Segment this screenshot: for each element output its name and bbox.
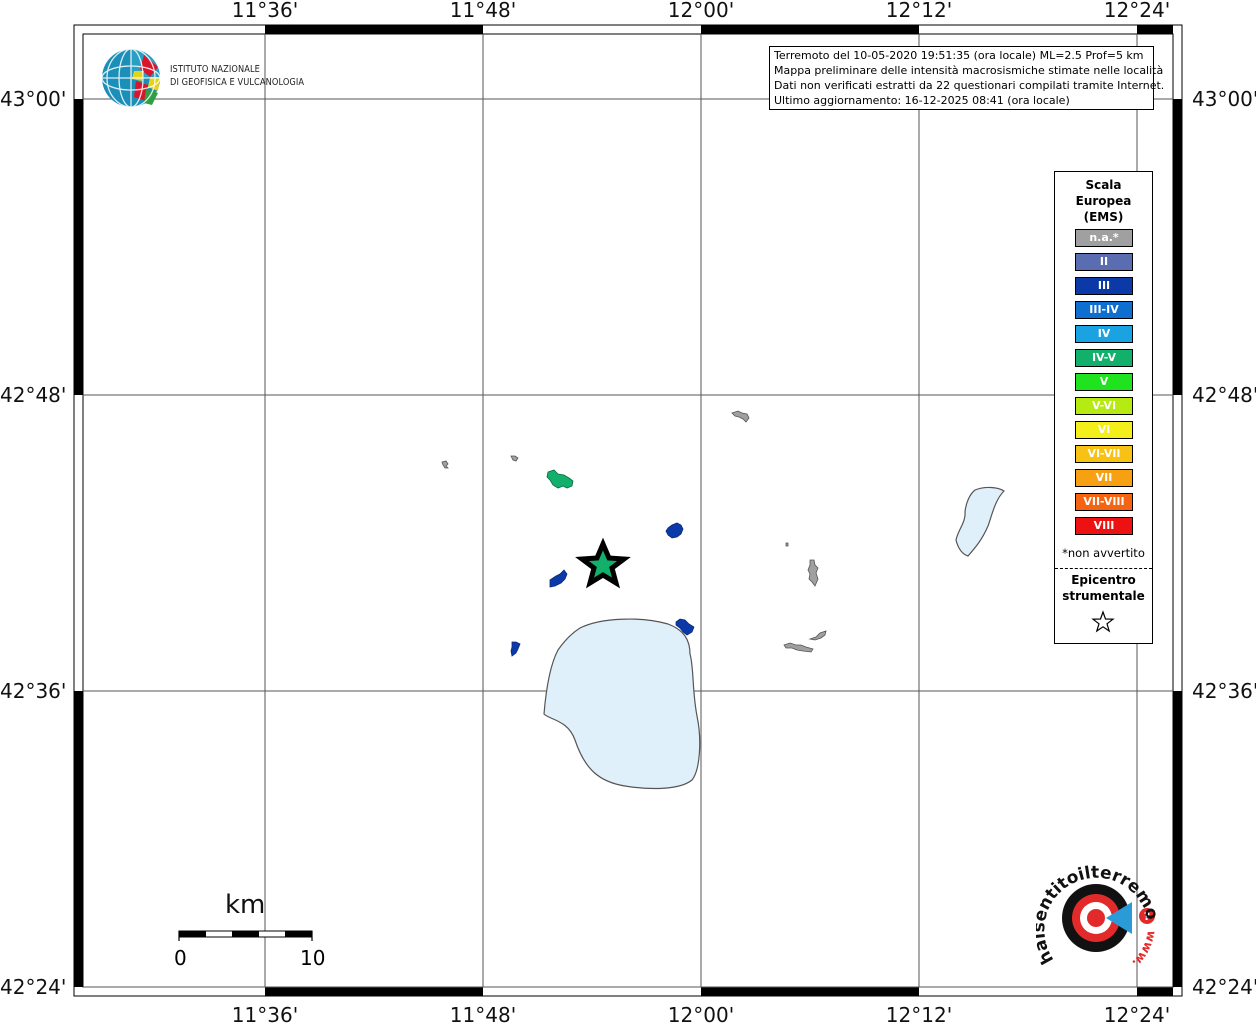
lat-label-left: 42°36' bbox=[0, 679, 66, 703]
event-info-line: Mappa preliminare delle intensità macros… bbox=[774, 64, 1164, 77]
event-info-line: Dati non verificati estratti da 22 quest… bbox=[774, 79, 1165, 92]
scale-bar-unit: km bbox=[225, 890, 266, 920]
ems-legend: Scala Europea (EMS) n.a.* II III III-IV IV IV… bbox=[1054, 171, 1153, 644]
lon-label-top: 11°36' bbox=[232, 0, 298, 22]
lon-label-bottom: 11°36' bbox=[232, 1003, 298, 1024]
lon-label-bottom: 12°24' bbox=[1104, 1003, 1170, 1024]
scale-bar-graphic bbox=[178, 930, 313, 941]
ingv-globe-icon bbox=[101, 48, 161, 108]
lon-label-top: 12°24' bbox=[1104, 0, 1170, 22]
legend-item-iv: IV bbox=[1075, 325, 1133, 343]
lat-label-left: 42°24' bbox=[0, 975, 66, 999]
legend-title-line: Scala bbox=[1085, 178, 1122, 192]
scale-bar-start: 0 bbox=[174, 946, 187, 970]
scale-bar-end: 10 bbox=[300, 946, 326, 970]
legend-item-iii: III bbox=[1075, 277, 1133, 295]
legend-items: n.a.* II III III-IV IV IV-V V V-VI VI VI-VII VII VI… bbox=[1075, 229, 1133, 541]
lon-label-top: 12°12' bbox=[886, 0, 952, 22]
lat-label-right: 42°48' bbox=[1192, 383, 1256, 407]
legend-item-vi: VI bbox=[1075, 421, 1133, 439]
legend-title-line: Europea bbox=[1075, 194, 1132, 208]
lon-label-bottom: 12°12' bbox=[886, 1003, 952, 1024]
legend-item-n-a: n.a.* bbox=[1075, 229, 1133, 247]
haisentito-logo: ? haisentitoilterremoto.it www. bbox=[1036, 860, 1162, 970]
event-info-line: Terremoto del 10-05-2020 19:51:35 (ora l… bbox=[774, 49, 1144, 62]
lon-label-top: 12°00' bbox=[668, 0, 734, 22]
lat-label-right: 42°24' bbox=[1192, 975, 1256, 999]
legend-epicentre-line: strumentale bbox=[1062, 589, 1145, 603]
legend-item-vii-viii: VII-VIII bbox=[1075, 493, 1133, 511]
legend-item-iii-iv: III-IV bbox=[1075, 301, 1133, 319]
lat-label-left: 42°48' bbox=[0, 383, 66, 407]
lon-label-bottom: 12°00' bbox=[668, 1003, 734, 1024]
legend-item-v-vi: V-VI bbox=[1075, 397, 1133, 415]
epicentre-star-icon bbox=[1091, 610, 1115, 633]
event-info-box: Terremoto del 10-05-2020 19:51:35 (ora l… bbox=[769, 46, 1165, 110]
legend-item-vi-vii: VI-VII bbox=[1075, 445, 1133, 463]
lon-label-top: 11°48' bbox=[450, 0, 516, 22]
lat-label-right: 43°00' bbox=[1192, 87, 1256, 111]
watermark-www: www. bbox=[1129, 929, 1159, 970]
legend-epicentre-label: Epicentro strumentale bbox=[1055, 572, 1152, 604]
legend-item-vii: VII bbox=[1075, 469, 1133, 487]
legend-epicentre-line: Epicentro bbox=[1071, 573, 1136, 587]
ingv-line2: DI GEOFISICA E VULCANOLOGIA bbox=[170, 77, 305, 88]
ingv-line1: ISTITUTO NAZIONALE bbox=[170, 64, 260, 75]
legend-note: *non avvertito bbox=[1062, 546, 1145, 560]
lon-label-bottom: 11°48' bbox=[450, 1003, 516, 1024]
legend-item-iv-v: IV-V bbox=[1075, 349, 1133, 367]
legend-title-line: (EMS) bbox=[1083, 210, 1124, 224]
legend-title: Scala Europea (EMS) bbox=[1055, 177, 1152, 225]
legend-item-v: V bbox=[1075, 373, 1133, 391]
lat-label-left: 43°00' bbox=[0, 87, 66, 111]
legend-item-viii: VIII bbox=[1075, 517, 1133, 535]
lat-label-right: 42°36' bbox=[1192, 679, 1256, 703]
ingv-logo-text: ISTITUTO NAZIONALE DI GEOFISICA E VULCAN… bbox=[170, 63, 304, 89]
legend-item-ii: II bbox=[1075, 253, 1133, 271]
event-info-line: Ultimo aggiornamento: 16-12-2025 08:41 (… bbox=[774, 94, 1070, 107]
scale-bar: km 0 10 bbox=[170, 890, 330, 980]
legend-divider bbox=[1055, 568, 1152, 569]
map-outer-frame bbox=[73, 24, 1183, 997]
